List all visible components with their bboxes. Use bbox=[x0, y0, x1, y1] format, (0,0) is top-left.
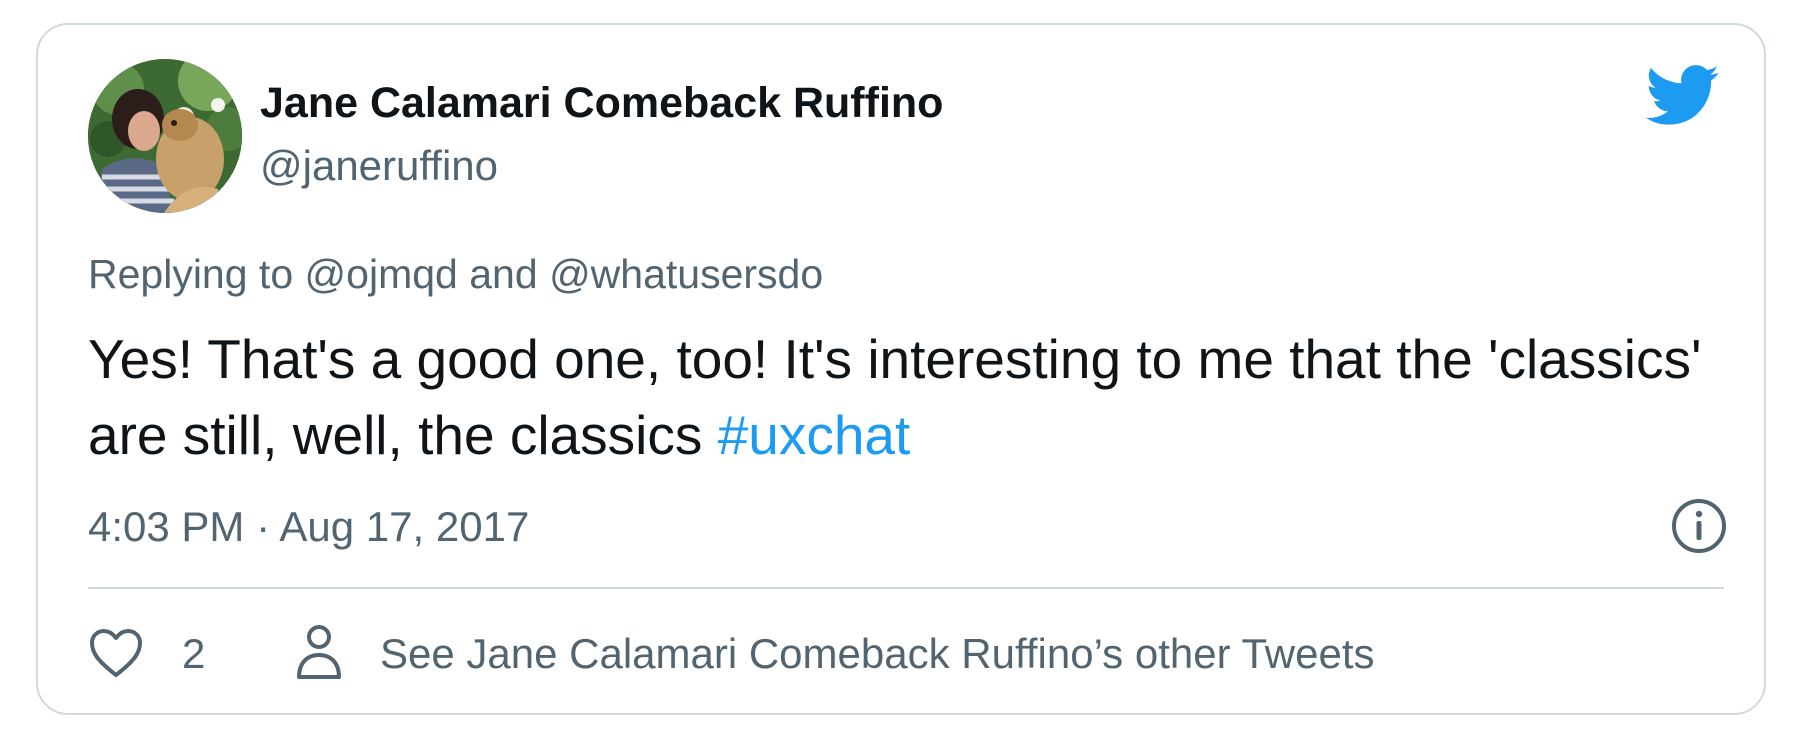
person-icon[interactable] bbox=[294, 623, 344, 681]
like-count[interactable]: 2 bbox=[182, 633, 205, 675]
info-icon[interactable] bbox=[1669, 496, 1729, 556]
mention-ojmqd[interactable]: @ojmqd bbox=[305, 251, 458, 297]
author-handle[interactable]: @janeruffino bbox=[260, 145, 498, 187]
divider bbox=[88, 587, 1724, 589]
tweet-timestamp[interactable]: 4:03 PM · Aug 17, 2017 bbox=[88, 506, 529, 548]
avatar[interactable] bbox=[88, 59, 242, 213]
mention-whatusersdo[interactable]: @whatusersdo bbox=[549, 251, 823, 297]
twitter-bird-icon[interactable] bbox=[1646, 65, 1720, 127]
tweet-card: Jane Calamari Comeback Ruffino @janeruff… bbox=[36, 23, 1766, 715]
avatar-photo bbox=[88, 59, 242, 213]
see-other-tweets-link[interactable]: See Jane Calamari Comeback Ruffino’s oth… bbox=[380, 633, 1375, 675]
reply-prefix: Replying to bbox=[88, 251, 294, 297]
tweet-text: Yes! That's a good one, too! It's intere… bbox=[88, 321, 1708, 473]
heart-icon[interactable] bbox=[88, 627, 144, 679]
hashtag-link[interactable]: #uxchat bbox=[718, 404, 911, 466]
author-display-name[interactable]: Jane Calamari Comeback Ruffino bbox=[260, 82, 943, 125]
reply-context: Replying to @ojmqd and @whatusersdo bbox=[88, 254, 823, 295]
reply-conjunction: and bbox=[469, 251, 538, 297]
